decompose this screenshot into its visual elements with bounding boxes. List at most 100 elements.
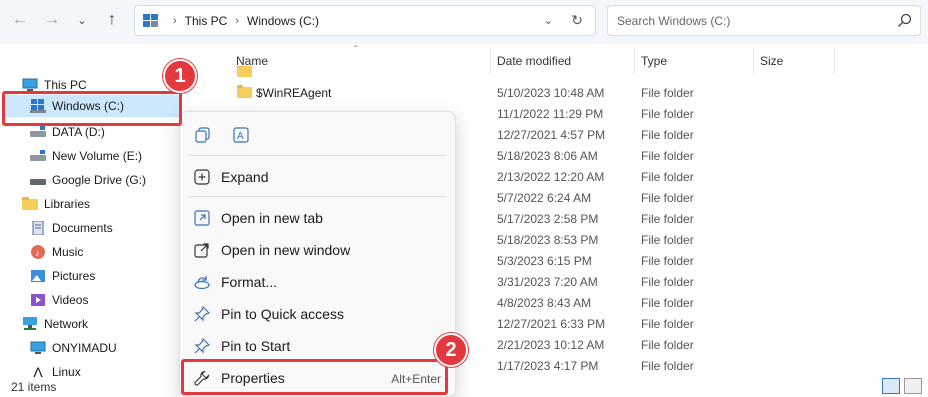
file-type: File folder xyxy=(641,233,694,247)
drive-icon xyxy=(30,179,46,185)
sidebar-label: New Volume (E:) xyxy=(52,149,143,163)
recent-locations-chevron-icon[interactable]: ⌄ xyxy=(70,8,94,32)
file-type: File folder xyxy=(641,296,694,310)
svg-text:A: A xyxy=(237,131,244,142)
sidebar-item-onyimadu[interactable]: ONYIMADU xyxy=(30,337,117,359)
pin-icon xyxy=(194,338,210,354)
file-type: File folder xyxy=(641,86,694,100)
file-type: File folder xyxy=(641,212,694,226)
computer-icon xyxy=(30,341,46,354)
sort-ascending-icon: ˆ xyxy=(354,45,358,56)
pictures-icon xyxy=(31,270,45,282)
sidebar-label: Network xyxy=(44,317,89,331)
file-date: 5/17/2023 2:58 PM xyxy=(497,212,599,226)
file-type: File folder xyxy=(641,107,694,121)
documents-icon xyxy=(32,221,44,235)
rename-icon[interactable]: A xyxy=(233,127,251,143)
menu-item-label: Pin to Quick access xyxy=(221,306,344,322)
breadcrumb-separator-icon: › xyxy=(235,14,240,27)
menu-item-open-in-new-window[interactable]: Open in new window xyxy=(186,236,449,264)
context-menu: A Expand Open in new tab Open in new win… xyxy=(179,111,456,397)
sidebar-label: Google Drive (G:) xyxy=(52,173,147,187)
sidebar-label: Music xyxy=(52,245,84,259)
step-badge-1: 1 xyxy=(163,59,197,93)
menu-item-label: Format... xyxy=(221,274,278,290)
status-item-count: 21 items xyxy=(11,380,57,394)
file-type: File folder xyxy=(641,170,694,184)
forward-arrow-icon[interactable]: → xyxy=(40,8,64,32)
sidebar-item-network[interactable]: Network xyxy=(22,313,88,335)
file-date: 1/17/2023 4:17 PM xyxy=(497,359,599,373)
sidebar-item-documents[interactable]: Documents xyxy=(30,217,113,239)
sidebar-label: Videos xyxy=(52,293,89,307)
format-icon xyxy=(194,276,210,290)
videos-icon xyxy=(31,294,45,306)
breadcrumb-separator-icon: › xyxy=(173,14,177,27)
details-view-icon[interactable] xyxy=(882,378,900,394)
file-type: File folder xyxy=(641,359,694,373)
file-date: 5/7/2022 6:24 AM xyxy=(497,191,592,205)
table-row[interactable] xyxy=(200,66,928,78)
sidebar-item-libraries[interactable]: Libraries xyxy=(22,193,90,215)
file-type: File folder xyxy=(641,254,694,268)
file-date: 5/18/2023 8:06 AM xyxy=(497,149,598,163)
file-date: 4/8/2023 8:43 AM xyxy=(497,296,592,310)
menu-item-open-in-new-tab[interactable]: Open in new tab xyxy=(186,204,449,232)
highlight-box-windows-c xyxy=(2,91,182,126)
view-toggle xyxy=(882,378,922,394)
refresh-icon[interactable]: ↻ xyxy=(571,12,583,29)
menu-item-pin-to-start[interactable]: Pin to Start xyxy=(186,332,449,360)
back-arrow-icon[interactable]: ← xyxy=(8,8,32,32)
table-row[interactable]: $WinREAgent 5/10/2023 10:48 AM File fold… xyxy=(200,82,928,103)
sidebar-item-pictures[interactable]: Pictures xyxy=(30,265,95,287)
breadcrumb-this-pc[interactable]: This PC xyxy=(185,14,228,28)
search-icon[interactable] xyxy=(897,13,912,28)
file-type: File folder xyxy=(641,128,694,142)
new-tab-icon xyxy=(194,210,210,226)
address-bar[interactable]: › This PC › Windows (C:) ⌄ ↻ xyxy=(134,5,596,36)
menu-divider xyxy=(188,155,447,156)
up-arrow-icon[interactable]: ↑ xyxy=(100,8,124,32)
file-date: 11/1/2022 11:29 PM xyxy=(497,107,604,121)
highlight-box-properties xyxy=(181,359,448,395)
menu-item-label: Pin to Start xyxy=(221,338,291,354)
pin-icon xyxy=(194,306,210,322)
file-date: 2/13/2022 12:20 AM xyxy=(497,170,605,184)
tiles-view-icon[interactable] xyxy=(904,378,922,394)
menu-divider xyxy=(188,196,447,197)
expand-icon xyxy=(194,169,210,185)
sidebar-label: DATA (D:) xyxy=(52,125,105,139)
svg-text:♪: ♪ xyxy=(35,248,40,258)
file-date: 5/18/2023 8:53 PM xyxy=(497,233,599,247)
sidebar-item-new-volume-e[interactable]: New Volume (E:) xyxy=(30,145,142,167)
search-placeholder: Search Windows (C:) xyxy=(617,13,731,28)
file-type: File folder xyxy=(641,317,694,331)
file-date: 12/27/2021 4:57 PM xyxy=(497,128,606,142)
menu-item-label: Open in new window xyxy=(221,242,351,258)
menu-item-expand[interactable]: Expand xyxy=(186,163,449,191)
menu-item-format[interactable]: Format... xyxy=(186,268,449,296)
sidebar-label: Documents xyxy=(52,221,113,235)
search-box[interactable]: Search Windows (C:) xyxy=(607,5,921,36)
menu-item-pin-to-quick-access[interactable]: Pin to Quick access xyxy=(186,300,449,328)
file-date: 12/27/2021 6:33 PM xyxy=(497,317,606,331)
sidebar-label: Pictures xyxy=(52,269,96,283)
file-type: File folder xyxy=(641,149,694,163)
folder-icon xyxy=(237,66,252,77)
copy-icon[interactable] xyxy=(195,127,211,143)
sidebar-item-google-drive-g[interactable]: Google Drive (G:) xyxy=(30,169,146,191)
sidebar-label: This PC xyxy=(44,78,87,92)
sidebar-item-videos[interactable]: Videos xyxy=(30,289,88,311)
sidebar-item-music[interactable]: ♪ Music xyxy=(30,241,83,263)
music-icon: ♪ xyxy=(31,245,45,259)
folder-icon xyxy=(237,85,252,98)
file-name: $WinREAgent xyxy=(256,86,332,100)
this-pc-icon xyxy=(143,13,158,27)
drive-icon xyxy=(30,150,46,161)
sidebar-label: Libraries xyxy=(44,197,91,211)
network-icon xyxy=(23,317,37,330)
address-dropdown-icon[interactable]: ⌄ xyxy=(544,14,553,27)
breadcrumb-windows-c[interactable]: Windows (C:) xyxy=(247,14,319,28)
menu-quick-actions: A xyxy=(180,112,455,156)
file-type: File folder xyxy=(641,275,694,289)
